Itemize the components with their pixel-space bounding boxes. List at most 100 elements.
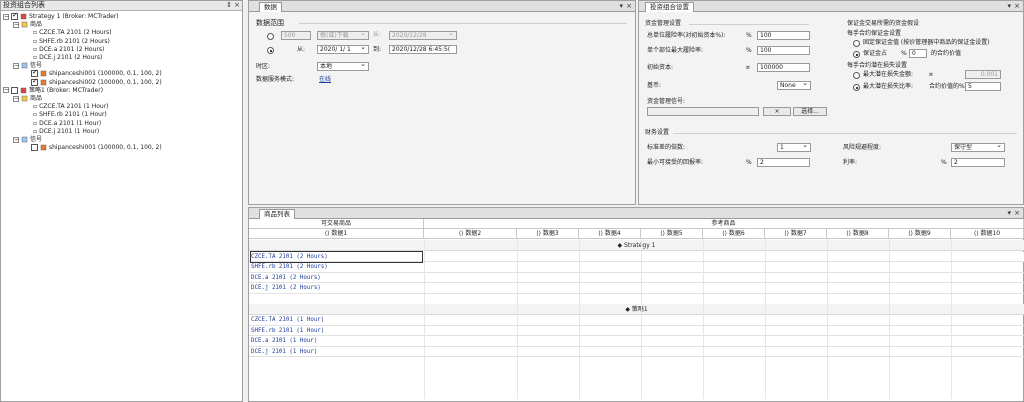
tab-products-list[interactable]: 商品列表	[259, 209, 295, 219]
collapse-icon[interactable]: −	[13, 95, 19, 102]
product-link[interactable]: CZCE.TA 2101 (2 Hours)	[250, 250, 423, 263]
from-date-input[interactable]: 2020/ 1/ 1	[317, 45, 369, 54]
dropdown-icon[interactable]: ▾	[1007, 2, 1011, 11]
max-loss-amount-unit: ¤	[929, 71, 933, 78]
bars-count-radio[interactable]	[267, 33, 274, 40]
data-column-header[interactable]: ⟨⟩ 数据6	[703, 229, 765, 239]
base-currency-label: 基币:	[647, 82, 662, 89]
close-icon[interactable]: ×	[1014, 209, 1020, 218]
product-link[interactable]: SHFE.rb 2101 (1 Hour)	[251, 326, 324, 336]
signal-checkbox[interactable]	[31, 77, 38, 86]
data-column-header[interactable]: ⟨⟩ 数据9	[889, 229, 951, 239]
table-row[interactable]: CZCE.TA 2101 (1 Hour)	[249, 315, 1024, 326]
portfolio-list-titlebar: 投资组合列表 ⇕ ×	[1, 1, 242, 11]
rate-input[interactable]: 2	[951, 158, 1005, 167]
initial-capital-input[interactable]: 100000	[757, 63, 810, 72]
data-column-header[interactable]: ⟨⟩ 数据8	[827, 229, 889, 239]
col-reference-header: 参考商品	[424, 219, 1024, 229]
product-link[interactable]: CZCE.TA 2101 (1 Hour)	[251, 315, 324, 325]
total-risk-input[interactable]: 100	[757, 31, 810, 40]
risk-aversion-select[interactable]: 保守型	[951, 143, 1005, 152]
portfolio-list-panel: 投资组合列表 ⇕ × − Strategy 1 (Broker: MCTrader…	[0, 0, 243, 402]
data-column-header[interactable]: ⟨⟩ 数据5	[641, 229, 703, 239]
ratio-margin-input[interactable]: 0	[909, 49, 927, 58]
table-row[interactable]: SHFE.rb 2101 (1 Hour)	[249, 326, 1024, 336]
initial-capital-label: 初始资本:	[647, 64, 674, 71]
data-column-header[interactable]: ⟨⟩ 数据3	[517, 229, 579, 239]
data-column-header[interactable]: ⟨⟩ 数据1	[249, 229, 424, 239]
data-column-header[interactable]: ⟨⟩ 数据4	[579, 229, 641, 239]
product-link[interactable]: DCE.a 2101 (2 Hours)	[251, 273, 321, 283]
max-loss-ratio-mid: 合约价值的%	[929, 83, 965, 90]
clear-signal-button[interactable]: ×	[763, 107, 791, 116]
pin-icon[interactable]: ⇕	[226, 1, 232, 10]
select-signal-button[interactable]: 选择...	[793, 107, 827, 116]
group-header: ◆ Strategy 1	[249, 240, 1024, 251]
table-row[interactable]: CZCE.TA 2101 (2 Hours)	[249, 250, 1024, 263]
table-row[interactable]: DCE.j 2101 (2 Hours)	[249, 283, 1024, 294]
base-currency-select[interactable]: None	[777, 81, 811, 90]
data-column-header[interactable]: ⟨⟩ 数据7	[765, 229, 827, 239]
collapse-icon[interactable]: −	[3, 13, 9, 20]
max-loss-ratio-radio[interactable]	[853, 84, 860, 91]
fixed-margin-radio[interactable]	[853, 40, 860, 47]
data-column-header[interactable]: ⟨⟩ 数据2	[424, 229, 517, 239]
strategy-checkbox[interactable]	[11, 86, 18, 94]
from-label: 从:	[373, 31, 382, 38]
close-icon[interactable]: ×	[1014, 2, 1020, 11]
strategy-checkbox[interactable]	[11, 11, 18, 20]
collapse-icon[interactable]: −	[3, 87, 9, 94]
from-date-disabled[interactable]: 2020/12/28	[389, 31, 457, 40]
portfolio-settings-panel: 投资组合设置 ▾ × 资金管理设置 总单位履险率(对初始资本%): % 100 …	[638, 0, 1024, 205]
table-row[interactable]: DCE.a 2101 (2 Hours)	[249, 273, 1024, 283]
products-grid: 可交易商品 参考商品 ⟨⟩ 数据1 ⟨⟩ 数据2 ⟨⟩ 数据3 ⟨⟩ 数据4 ⟨⟩ 数据5 ⟨…	[249, 219, 1024, 401]
timezone-select[interactable]: 本地	[317, 62, 369, 71]
collapse-icon[interactable]: −	[13, 136, 19, 143]
per-contract-margin-title: 每手合约保证金设置	[847, 30, 902, 37]
table-row[interactable]: DCE.a 2101 (1 Hour)	[249, 336, 1024, 347]
data-panel: 数据 ▾ × 数据范围 500 根(或)下载 从: 2020/12/28 从: …	[248, 0, 636, 205]
tab-data[interactable]: 数据	[259, 2, 282, 12]
min-return-input[interactable]: 2	[757, 158, 810, 167]
max-loss-ratio-input[interactable]: 5	[965, 82, 1001, 91]
bars-unit-select[interactable]: 根(或)下载	[317, 31, 369, 40]
to-date-input[interactable]: 2020/12/28 6:45:5(	[389, 45, 457, 54]
data-column-header[interactable]: ⟨⟩ 数据10	[951, 229, 1024, 239]
tree-product-item[interactable]: ▫ DCE.j 2101 (1 Hour)	[33, 127, 99, 136]
date-range-radio[interactable]	[267, 47, 274, 54]
dropdown-icon[interactable]: ▾	[619, 2, 623, 11]
group-header: ◆ 策略1	[249, 303, 1024, 315]
strategy-name: Strategy 1 (Broker: MCTrader)	[29, 13, 119, 20]
total-risk-unit: %	[746, 32, 752, 39]
max-loss-amount-radio[interactable]	[853, 72, 860, 79]
column-divider	[517, 239, 518, 399]
bars-count-input[interactable]: 500	[281, 31, 311, 40]
close-icon[interactable]: ×	[626, 2, 632, 11]
single-risk-input[interactable]: 100	[757, 46, 810, 55]
signal-checkbox[interactable]	[31, 144, 38, 152]
strategy-icon	[20, 13, 27, 20]
min-return-unit: %	[746, 159, 752, 166]
collapse-icon[interactable]: −	[13, 62, 19, 69]
product-link[interactable]: DCE.j 2101 (2 Hours)	[251, 283, 321, 293]
tree-signal-item[interactable]: shipanceshi001 (100000, 0.1, 100, 2)	[31, 143, 162, 152]
money-signal-input[interactable]	[647, 107, 759, 116]
rate-unit: %	[941, 159, 947, 166]
table-row[interactable]: SHFE.rb 2101 (2 Hours)	[249, 262, 1024, 273]
max-loss-amount-input[interactable]: 0.001	[965, 70, 1001, 79]
divider	[299, 23, 627, 24]
collapse-icon[interactable]: −	[13, 21, 19, 28]
product-link[interactable]: DCE.a 2101 (1 Hour)	[251, 336, 317, 346]
product-link[interactable]: DCE.j 2101 (1 Hour)	[251, 347, 317, 357]
product-link[interactable]: SHFE.rb 2101 (2 Hours)	[251, 262, 328, 272]
timezone-label: 时区:	[256, 63, 271, 70]
ratio-margin-radio[interactable]	[853, 51, 860, 58]
table-row[interactable]: DCE.j 2101 (1 Hour)	[249, 347, 1024, 357]
dropdown-icon[interactable]: ▾	[1007, 209, 1011, 218]
loss-title: 每手合约潜在损失设置	[847, 62, 908, 69]
tree-product-item[interactable]: ▫ DCE.j 2101 (2 Hours)	[33, 53, 102, 62]
service-mode-link[interactable]: 在线	[319, 76, 331, 84]
std-dev-select[interactable]: 1	[777, 143, 811, 152]
close-icon[interactable]: ×	[234, 1, 240, 10]
tab-portfolio-settings[interactable]: 投资组合设置	[645, 2, 694, 12]
